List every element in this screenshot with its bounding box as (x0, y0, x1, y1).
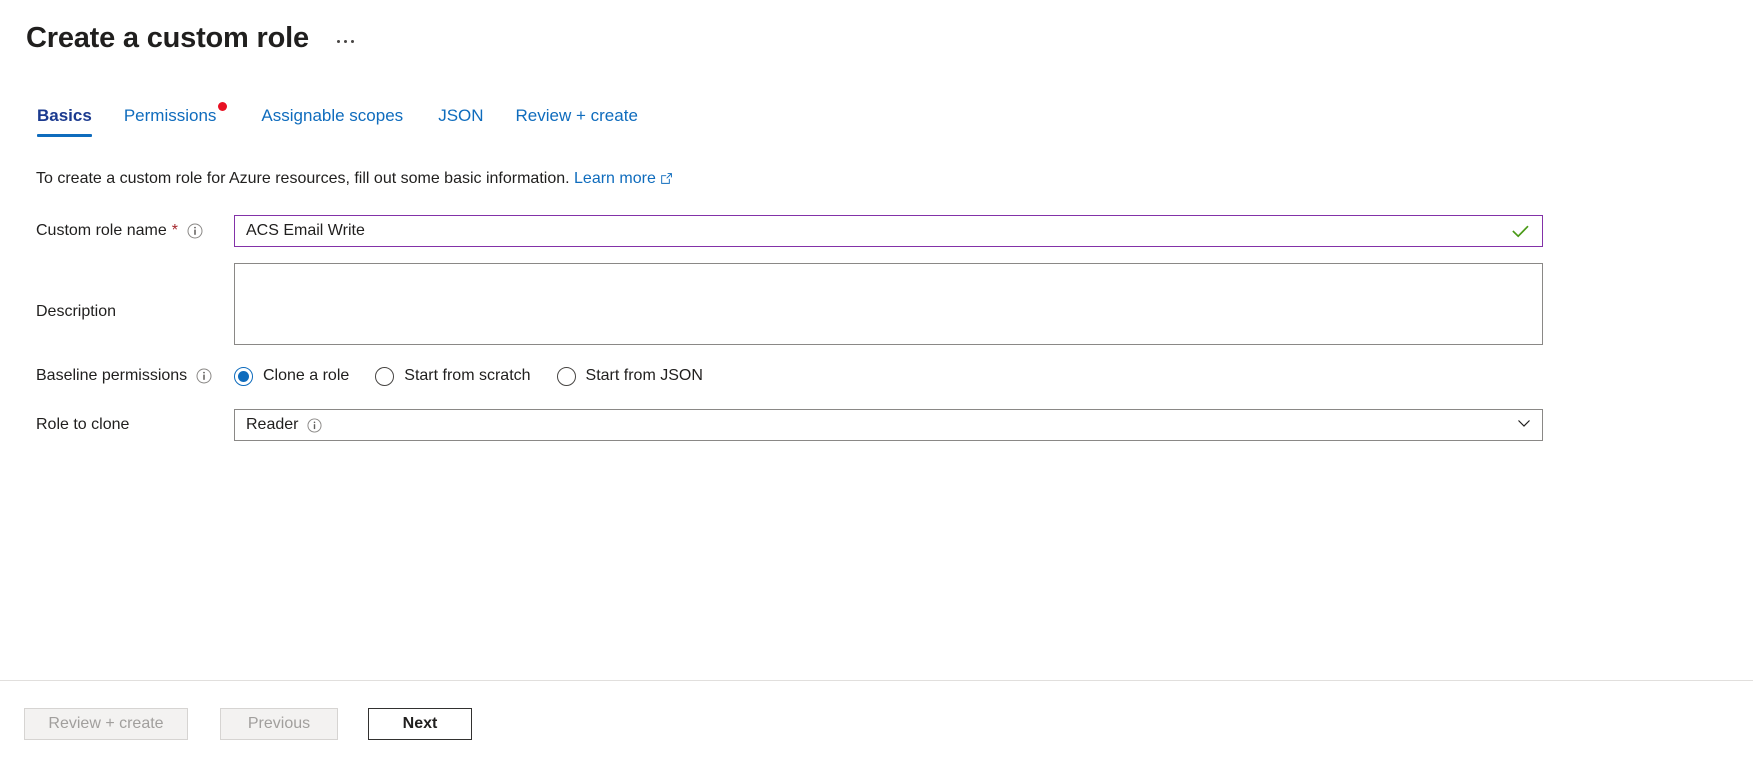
field-row-role-to-clone: Role to clone Reader (36, 409, 1753, 441)
custom-role-name-label: Custom role name * (36, 220, 234, 242)
radio-clone-a-role[interactable]: Clone a role (234, 366, 350, 386)
tab-basics[interactable]: Basics (37, 105, 92, 137)
role-to-clone-value-wrap: Reader (246, 416, 1515, 434)
required-indicator: * (171, 222, 178, 239)
role-to-clone-control: Reader (234, 409, 1753, 441)
tab-review-create[interactable]: Review + create (516, 105, 638, 137)
description-label-text: Description (36, 303, 117, 320)
page-title: Create a custom role (26, 22, 309, 54)
custom-role-name-label-text: Custom role name (36, 222, 167, 239)
tab-json[interactable]: JSON (438, 105, 483, 137)
baseline-permissions-info-icon[interactable] (196, 368, 212, 384)
tab-permissions[interactable]: Permissions (123, 102, 228, 137)
role-to-clone-value: Reader (246, 416, 299, 433)
baseline-permissions-radio-group: Clone a role Start from scratch Start fr… (234, 366, 1753, 386)
intro-text: To create a custom role for Azure resour… (36, 168, 1753, 192)
custom-role-name-info-icon[interactable] (187, 223, 203, 239)
intro-description: To create a custom role for Azure resour… (36, 170, 570, 187)
tab-permissions-label: Permissions (123, 106, 217, 125)
tab-assignable-scopes[interactable]: Assignable scopes (261, 105, 403, 137)
tab-assignable-scopes-label: Assignable scopes (261, 106, 404, 125)
chevron-down-icon[interactable] (1515, 414, 1533, 437)
previous-button[interactable]: Previous (220, 708, 338, 740)
baseline-permissions-label-text: Baseline permissions (36, 367, 188, 384)
custom-role-name-value: ACS Email Write (246, 222, 365, 239)
tab-permissions-alert-badge-icon (218, 102, 228, 111)
radio-clone-a-role-label: Clone a role (263, 367, 350, 384)
role-to-clone-dropdown[interactable]: Reader (234, 409, 1543, 441)
valid-check-icon (1511, 222, 1530, 241)
baseline-permissions-control: Clone a role Start from scratch Start fr… (234, 366, 1753, 386)
custom-role-name-control: ACS Email Write (234, 215, 1753, 247)
baseline-permissions-label: Baseline permissions (36, 365, 234, 387)
tab-json-label: JSON (438, 106, 484, 125)
description-label: Description (36, 263, 234, 323)
radio-start-from-scratch[interactable]: Start from scratch (375, 366, 531, 386)
page-header: Create a custom role (0, 0, 1753, 60)
radio-start-from-scratch-label: Start from scratch (404, 367, 531, 384)
radio-start-from-scratch-indicator[interactable] (375, 366, 395, 386)
description-textarea[interactable] (234, 263, 1543, 345)
tab-active-underline (37, 134, 92, 137)
wizard-footer: Review + create Previous Next (0, 681, 1753, 774)
role-to-clone-info-icon[interactable] (307, 417, 323, 433)
field-row-baseline-permissions: Baseline permissions Clone a role Start … (36, 365, 1753, 387)
wizard-tablist: Basics Permissions Assignable scopes JSO… (0, 102, 1753, 143)
field-row-custom-role-name: Custom role name * ACS Email Write (36, 215, 1753, 247)
radio-start-from-json[interactable]: Start from JSON (556, 366, 703, 386)
role-to-clone-label-text: Role to clone (36, 416, 130, 433)
custom-role-name-input[interactable]: ACS Email Write (234, 215, 1543, 247)
radio-start-from-json-indicator[interactable] (556, 366, 576, 386)
tab-basics-label: Basics (37, 106, 92, 125)
role-to-clone-label: Role to clone (36, 414, 234, 436)
radio-start-from-json-label: Start from JSON (585, 367, 703, 384)
description-control (234, 263, 1753, 345)
tab-review-create-label: Review + create (515, 106, 638, 125)
field-row-description: Description (36, 263, 1753, 345)
more-options-icon[interactable] (331, 34, 360, 49)
learn-more-link[interactable]: Learn more (574, 170, 656, 187)
form-content: To create a custom role for Azure resour… (0, 143, 1753, 441)
external-link-icon (660, 170, 673, 192)
radio-clone-a-role-indicator[interactable] (234, 366, 253, 386)
next-button[interactable]: Next (368, 708, 472, 740)
learn-more-label: Learn more (574, 170, 656, 187)
review-create-button[interactable]: Review + create (24, 708, 188, 740)
